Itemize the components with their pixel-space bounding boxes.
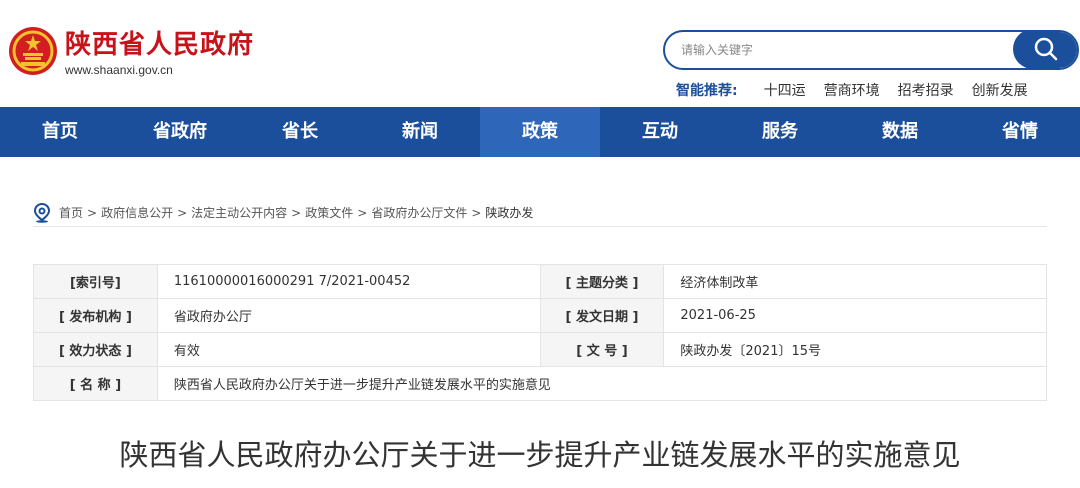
nav-item-data[interactable]: 数据: [840, 107, 960, 157]
breadcrumb-separator: >: [87, 205, 98, 220]
nav-item-interaction[interactable]: 互动: [600, 107, 720, 157]
table-row: [ 效力状态 ] 有效 [ 文 号 ] 陕政办发〔2021〕15号: [33, 332, 1047, 367]
table-row: [ 发布机构 ] 省政府办公厅 [ 发文日期 ] 2021-06-25: [33, 298, 1047, 333]
nav-item-policy[interactable]: 政策: [480, 107, 600, 157]
nav-item-news[interactable]: 新闻: [360, 107, 480, 157]
breadcrumb-link[interactable]: 法定主动公开内容: [191, 204, 287, 221]
recommend-link[interactable]: 创新发展: [972, 80, 1028, 100]
recommend-label: 智能推荐:: [676, 83, 738, 99]
table-row: [ 名 称 ] 陕西省人民政府办公厅关于进一步提升产业链发展水平的实施意见: [33, 366, 1048, 401]
category-label: [ 主题分类 ]: [539, 264, 665, 299]
main-nav: 首页 省政府 省长 新闻 政策 互动 服务 数据 省情: [0, 107, 1080, 157]
recommend-link[interactable]: 营商环境: [824, 80, 880, 100]
validity-status-label: [ 效力状态 ]: [33, 332, 158, 367]
issue-date-label: [ 发文日期 ]: [539, 298, 665, 333]
nav-item-province-info[interactable]: 省情: [960, 107, 1080, 157]
site-url: www.shaanxi.gov.cn: [65, 63, 173, 77]
issuer-value: 省政府办公厅: [156, 298, 541, 333]
nav-item-governor[interactable]: 省长: [240, 107, 360, 157]
issuer-label: [ 发布机构 ]: [33, 298, 158, 333]
search-box: [663, 30, 1079, 70]
table-row: [索引号] 11610000016000291 7/2021-00452 [ 主…: [33, 264, 1047, 299]
site-logo[interactable]: 陕西省人民政府 www.shaanxi.gov.cn: [8, 26, 254, 77]
breadcrumb-current[interactable]: 陕政办发: [485, 204, 533, 221]
breadcrumb-separator: >: [291, 205, 302, 220]
breadcrumb-link[interactable]: 政策文件: [305, 204, 353, 221]
category-value: 经济体制改革: [663, 264, 1047, 299]
document-number-value: 陕政办发〔2021〕15号: [663, 332, 1047, 367]
nav-item-services[interactable]: 服务: [720, 107, 840, 157]
breadcrumb-separator: >: [177, 205, 188, 220]
document-name-value: 陕西省人民政府办公厅关于进一步提升产业链发展水平的实施意见: [156, 366, 1048, 401]
breadcrumb-link[interactable]: 首页: [59, 204, 83, 221]
national-emblem-icon: [9, 27, 57, 75]
nav-item-home[interactable]: 首页: [0, 107, 120, 157]
breadcrumb-link[interactable]: 政府信息公开: [101, 204, 173, 221]
recommend-link[interactable]: 十四运: [764, 80, 806, 100]
search-input[interactable]: [665, 32, 1013, 68]
smart-recommend: 智能推荐: 十四运 营商环境 招考招录 创新发展: [676, 80, 1046, 100]
breadcrumb-link[interactable]: 省政府办公厅文件: [371, 204, 467, 221]
breadcrumb-separator: >: [471, 205, 482, 220]
site-header: 陕西省人民政府 www.shaanxi.gov.cn 智能推荐: 十四运 营商环…: [0, 0, 1080, 107]
index-number-label: [索引号]: [33, 264, 158, 299]
site-name: 陕西省人民政府: [65, 30, 255, 60]
document-name-label: [ 名 称 ]: [33, 366, 158, 401]
document-title: 陕西省人民政府办公厅关于进一步提升产业链发展水平的实施意见: [119, 438, 961, 472]
recommend-link[interactable]: 招考招录: [898, 80, 954, 100]
issue-date-value: 2021-06-25: [663, 298, 1047, 333]
document-number-label: [ 文 号 ]: [539, 332, 665, 367]
location-pin-icon: [33, 202, 51, 223]
validity-status-value: 有效: [156, 332, 541, 367]
search-button[interactable]: [1013, 32, 1077, 68]
document-info-table: [索引号] 11610000016000291 7/2021-00452 [ 主…: [33, 264, 1048, 401]
index-number-value: 11610000016000291 7/2021-00452: [156, 264, 541, 299]
search-icon: [1034, 37, 1058, 61]
nav-item-provincial-government[interactable]: 省政府: [120, 107, 240, 157]
breadcrumb-separator: >: [357, 205, 368, 220]
breadcrumb: 首页 > 政府信息公开 > 法定主动公开内容 > 政策文件 > 省政府办公厅文件…: [33, 199, 1047, 227]
